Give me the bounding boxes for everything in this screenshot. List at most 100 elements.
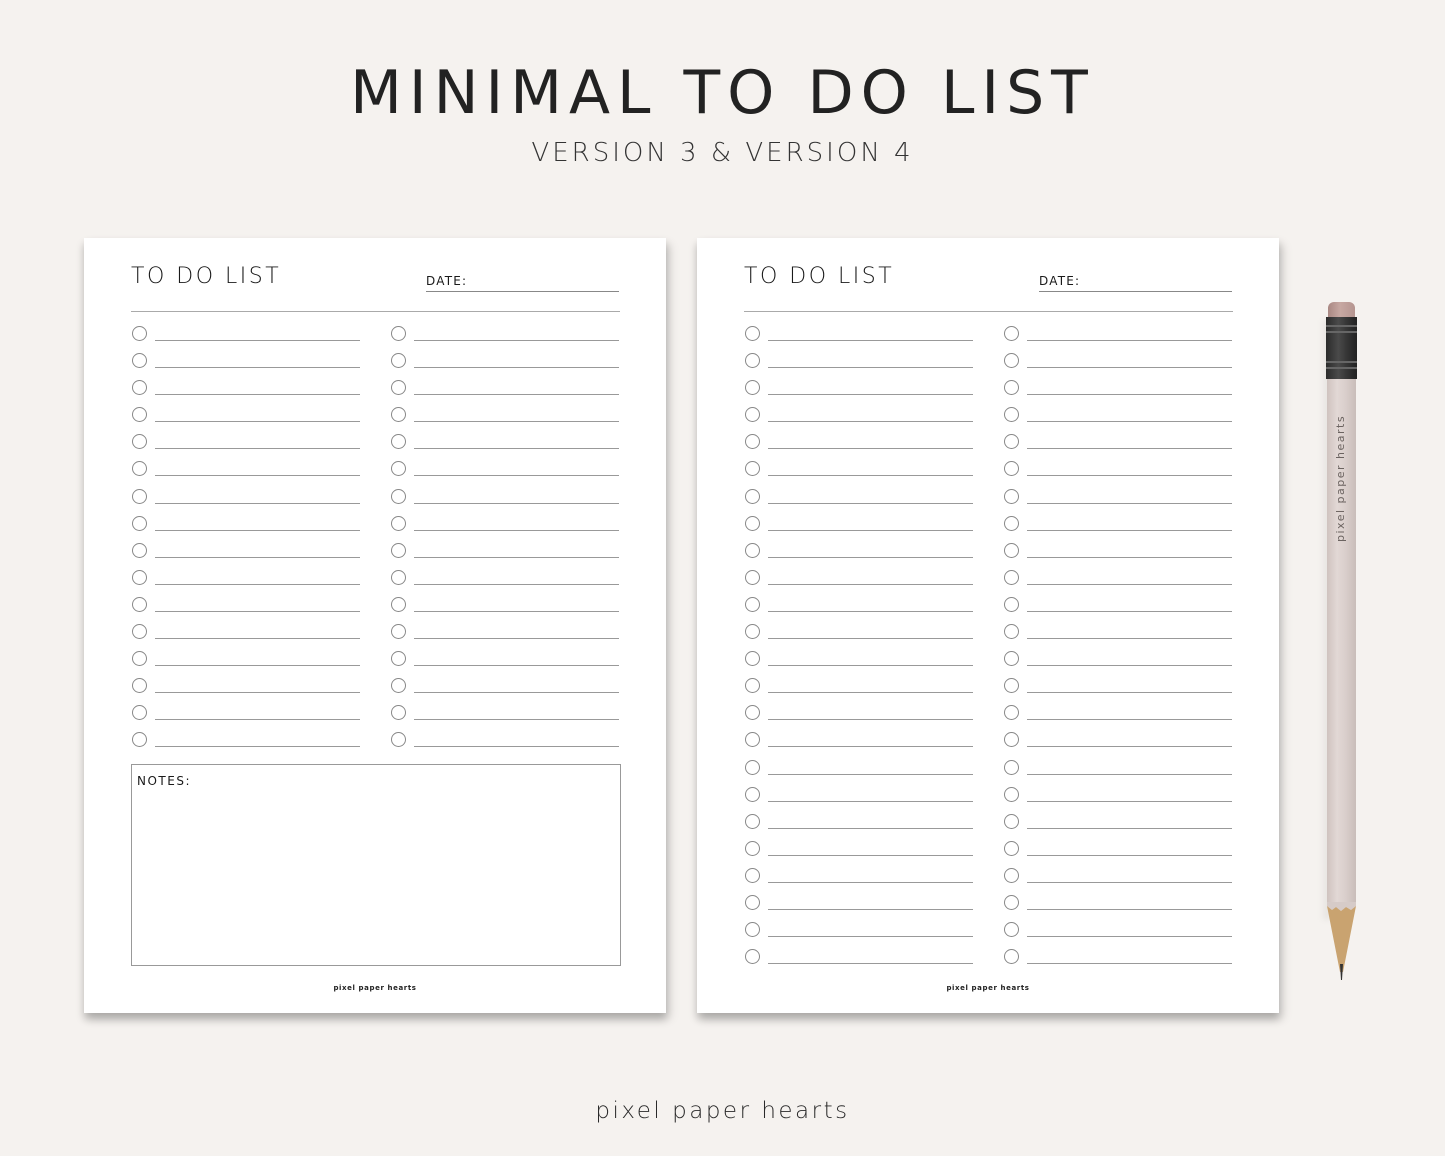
task-line[interactable]	[768, 610, 973, 612]
task-checkbox[interactable]	[1004, 786, 1019, 802]
task-line[interactable]	[1027, 610, 1232, 612]
task-checkbox[interactable]	[745, 569, 760, 585]
task-line[interactable]	[768, 475, 973, 477]
task-checkbox[interactable]	[1004, 705, 1019, 721]
task-checkbox[interactable]	[1004, 949, 1019, 965]
task-line[interactable]	[768, 665, 973, 667]
task-line[interactable]	[768, 854, 973, 856]
task-line[interactable]	[1027, 881, 1232, 883]
task-checkbox[interactable]	[745, 353, 760, 369]
task-checkbox[interactable]	[1004, 596, 1019, 612]
task-line[interactable]	[1027, 963, 1232, 965]
task-checkbox[interactable]	[745, 949, 760, 965]
task-line[interactable]	[155, 529, 360, 531]
task-line[interactable]	[1027, 800, 1232, 802]
task-line[interactable]	[1027, 908, 1232, 910]
task-checkbox[interactable]	[1004, 678, 1019, 694]
task-checkbox[interactable]	[132, 488, 147, 504]
task-checkbox[interactable]	[391, 488, 406, 504]
task-line[interactable]	[768, 502, 973, 504]
task-line[interactable]	[155, 421, 360, 423]
task-line[interactable]	[155, 583, 360, 585]
task-checkbox[interactable]	[1004, 380, 1019, 396]
task-line[interactable]	[1027, 665, 1232, 667]
task-checkbox[interactable]	[391, 461, 406, 477]
task-checkbox[interactable]	[745, 515, 760, 531]
task-checkbox[interactable]	[745, 759, 760, 775]
task-line[interactable]	[768, 367, 973, 369]
task-line[interactable]	[768, 719, 973, 721]
task-line[interactable]	[768, 827, 973, 829]
task-checkbox[interactable]	[391, 542, 406, 558]
task-checkbox[interactable]	[132, 407, 147, 423]
task-line[interactable]	[155, 448, 360, 450]
task-line[interactable]	[1027, 854, 1232, 856]
task-checkbox[interactable]	[745, 813, 760, 829]
task-line[interactable]	[768, 394, 973, 396]
task-checkbox[interactable]	[391, 678, 406, 694]
task-checkbox[interactable]	[745, 786, 760, 802]
task-checkbox[interactable]	[391, 407, 406, 423]
task-line[interactable]	[414, 529, 619, 531]
task-checkbox[interactable]	[132, 515, 147, 531]
task-checkbox[interactable]	[391, 705, 406, 721]
task-line[interactable]	[1027, 773, 1232, 775]
task-line[interactable]	[768, 692, 973, 694]
task-checkbox[interactable]	[1004, 407, 1019, 423]
task-line[interactable]	[1027, 746, 1232, 748]
task-checkbox[interactable]	[1004, 569, 1019, 585]
task-checkbox[interactable]	[1004, 434, 1019, 450]
task-checkbox[interactable]	[1004, 353, 1019, 369]
task-line[interactable]	[414, 746, 619, 748]
task-line[interactable]	[1027, 583, 1232, 585]
task-line[interactable]	[1027, 448, 1232, 450]
task-line[interactable]	[155, 692, 360, 694]
task-checkbox[interactable]	[745, 380, 760, 396]
task-line[interactable]	[155, 502, 360, 504]
task-checkbox[interactable]	[1004, 326, 1019, 341]
task-checkbox[interactable]	[391, 651, 406, 667]
task-checkbox[interactable]	[1004, 922, 1019, 938]
task-checkbox[interactable]	[391, 732, 406, 748]
task-checkbox[interactable]	[1004, 651, 1019, 667]
task-line[interactable]	[1027, 475, 1232, 477]
task-line[interactable]	[768, 556, 973, 558]
task-line[interactable]	[155, 746, 360, 748]
task-checkbox[interactable]	[745, 651, 760, 667]
task-checkbox[interactable]	[391, 434, 406, 450]
task-checkbox[interactable]	[132, 705, 147, 721]
task-line[interactable]	[1027, 827, 1232, 829]
task-checkbox[interactable]	[391, 596, 406, 612]
task-line[interactable]	[1027, 367, 1232, 369]
task-checkbox[interactable]	[391, 353, 406, 369]
task-line[interactable]	[414, 719, 619, 721]
task-checkbox[interactable]	[132, 542, 147, 558]
task-line[interactable]	[768, 746, 973, 748]
task-checkbox[interactable]	[132, 461, 147, 477]
task-checkbox[interactable]	[745, 732, 760, 748]
task-line[interactable]	[768, 583, 973, 585]
task-line[interactable]	[1027, 692, 1232, 694]
task-checkbox[interactable]	[745, 326, 760, 341]
task-checkbox[interactable]	[132, 569, 147, 585]
task-checkbox[interactable]	[132, 651, 147, 667]
task-line[interactable]	[155, 340, 360, 341]
task-checkbox[interactable]	[745, 596, 760, 612]
task-checkbox[interactable]	[745, 678, 760, 694]
task-line[interactable]	[414, 638, 619, 640]
task-checkbox[interactable]	[391, 624, 406, 640]
task-checkbox[interactable]	[745, 705, 760, 721]
task-checkbox[interactable]	[745, 434, 760, 450]
task-checkbox[interactable]	[132, 380, 147, 396]
task-line[interactable]	[414, 367, 619, 369]
task-checkbox[interactable]	[1004, 542, 1019, 558]
task-checkbox[interactable]	[1004, 515, 1019, 531]
task-line[interactable]	[768, 340, 973, 341]
task-line[interactable]	[155, 556, 360, 558]
task-line[interactable]	[1027, 502, 1232, 504]
task-checkbox[interactable]	[132, 678, 147, 694]
task-checkbox[interactable]	[745, 894, 760, 910]
date-field[interactable]	[1039, 291, 1232, 292]
task-line[interactable]	[1027, 936, 1232, 938]
task-line[interactable]	[768, 448, 973, 450]
